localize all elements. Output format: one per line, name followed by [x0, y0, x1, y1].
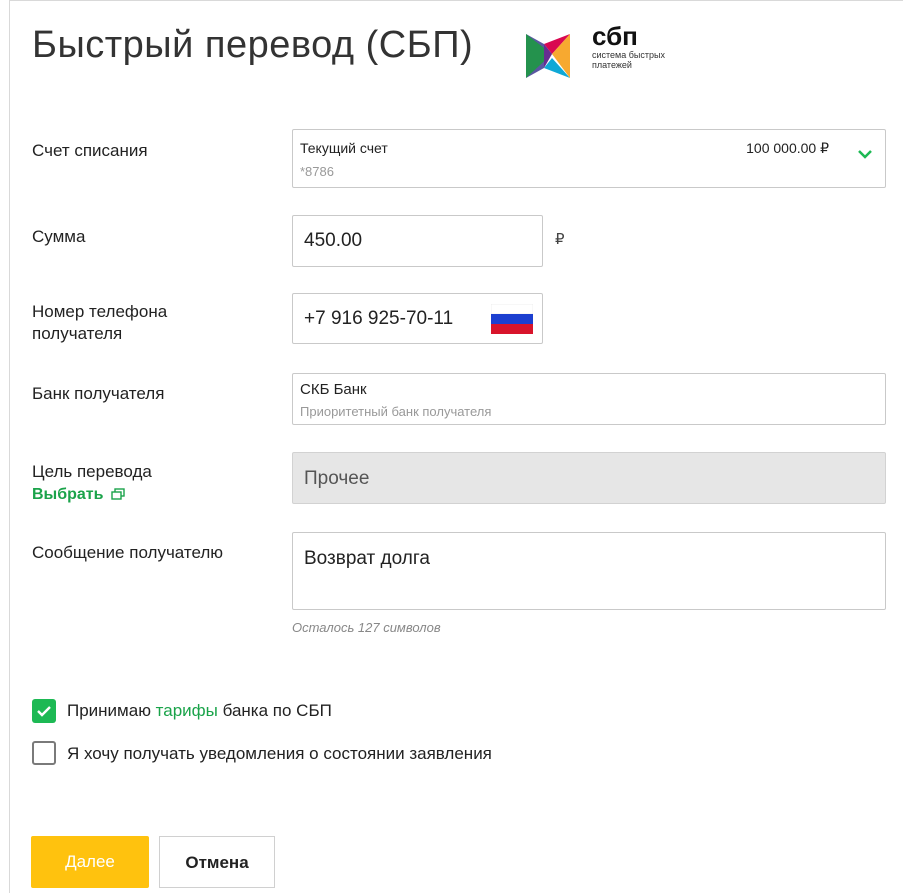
message-textarea[interactable]: Возврат долга [292, 532, 886, 610]
account-name: Текущий счет [300, 140, 388, 156]
sbp-logo-subtitle: система быстрых платежей [592, 50, 665, 70]
agreement-checkbox[interactable] [32, 699, 56, 723]
account-balance: 100 000.00 ₽ [746, 140, 829, 156]
bank-label: Банк получателя [32, 384, 165, 403]
bank-name: СКБ Банк [300, 381, 367, 398]
account-number: *8786 [300, 164, 334, 179]
phone-label-line2: получателя [32, 324, 123, 343]
amount-value: 450.00 [304, 230, 363, 251]
sbp-logo: сбп система быстрых платежей [522, 21, 702, 84]
notifications-label: Я хочу получать уведомления о состоянии … [67, 744, 492, 763]
sbp-logo-icon [526, 34, 570, 78]
phone-label: Номер телефона получателя [32, 301, 167, 345]
cancel-button[interactable]: Отмена [159, 836, 275, 888]
account-select[interactable]: Текущий счет *8786 100 000.00 ₽ [292, 129, 886, 188]
notifications-checkbox[interactable] [32, 741, 56, 765]
external-window-icon[interactable] [111, 488, 125, 500]
purpose-label: Цель перевода [32, 462, 152, 481]
phone-input[interactable]: +7 916 925-70-11 [292, 293, 543, 344]
purpose-field: Прочее [292, 452, 886, 504]
phone-value: +7 916 925-70-11 [304, 308, 454, 329]
phone-label-line1: Номер телефона [32, 302, 168, 321]
checkmark-icon [37, 706, 51, 717]
account-label: Счет списания [32, 141, 148, 160]
agreement-text-after: банка по СБП [217, 701, 332, 720]
next-button[interactable]: Далее [31, 836, 149, 888]
bank-hint: Приоритетный банк получателя [300, 404, 492, 419]
bank-select[interactable]: СКБ Банк Приоритетный банк получателя [292, 373, 886, 425]
message-value: Возврат долга [304, 548, 430, 569]
currency-symbol: ₽ [555, 231, 565, 248]
agreement-label: Принимаю тарифы банка по СБП [67, 701, 332, 721]
purpose-choose-link[interactable]: Выбрать [32, 484, 125, 506]
message-label: Сообщение получателю [32, 543, 224, 562]
amount-input[interactable]: 450.00 [292, 215, 543, 267]
amount-label: Сумма [32, 227, 86, 246]
sbp-logo-word: сбп [592, 21, 638, 51]
chevron-down-icon[interactable] [857, 148, 873, 160]
tariffs-link[interactable]: тарифы [156, 701, 218, 720]
agreement-text-before: Принимаю [67, 701, 156, 720]
page-title: Быстрый перевод (СБП) [32, 24, 474, 66]
russia-flag-icon [491, 304, 533, 334]
purpose-choose-link-text[interactable]: Выбрать [32, 486, 103, 503]
message-counter: Осталось 127 символов [292, 620, 441, 635]
purpose-value: Прочее [304, 468, 370, 489]
